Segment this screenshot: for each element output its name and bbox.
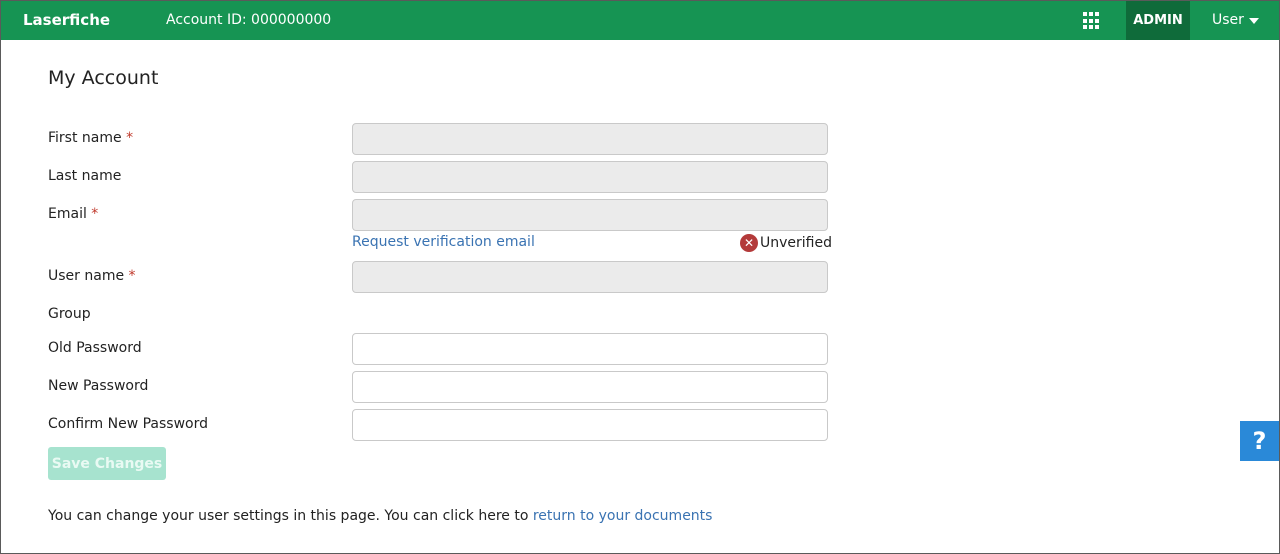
user-menu-label: User (1212, 12, 1244, 28)
required-marker: * (91, 206, 99, 222)
group-label: Group (48, 306, 91, 322)
required-marker: * (128, 268, 136, 284)
email-label: Email * (48, 206, 98, 222)
top-navigation-bar: Laserfiche Account ID: 000000000 ADMIN U… (1, 1, 1279, 40)
old-password-field[interactable] (352, 333, 828, 365)
new-password-label: New Password (48, 378, 149, 394)
x-circle-icon: ✕ (740, 234, 758, 252)
user-name-field[interactable] (352, 261, 828, 293)
user-name-label-text: User name (48, 268, 125, 284)
brand-logo[interactable]: Laserfiche (23, 11, 110, 29)
last-name-field[interactable] (352, 161, 828, 193)
footer-message-text: You can change your user settings in thi… (48, 508, 533, 524)
first-name-label-text: First name (48, 130, 122, 146)
account-id: Account ID: 000000000 (166, 12, 332, 28)
page-title: My Account (48, 67, 159, 89)
user-menu[interactable]: User (1212, 12, 1259, 28)
request-verification-link[interactable]: Request verification email (352, 234, 535, 250)
save-changes-button[interactable]: Save Changes (48, 447, 166, 480)
email-label-text: Email (48, 206, 87, 222)
first-name-field[interactable] (352, 123, 828, 155)
email-field[interactable] (352, 199, 828, 231)
verification-status: ✕ Unverified (740, 234, 832, 252)
first-name-label: First name * (48, 130, 133, 146)
chevron-down-icon (1248, 18, 1259, 24)
return-to-documents-link[interactable]: return to your documents (533, 508, 713, 524)
admin-button[interactable]: ADMIN (1126, 1, 1190, 40)
old-password-label: Old Password (48, 340, 142, 356)
footer-message: You can change your user settings in thi… (48, 508, 712, 524)
last-name-label: Last name (48, 168, 122, 184)
required-marker: * (126, 130, 134, 146)
user-name-label: User name * (48, 268, 136, 284)
confirm-password-label: Confirm New Password (48, 416, 209, 432)
new-password-field[interactable] (352, 371, 828, 403)
verification-status-text: Unverified (760, 235, 832, 251)
help-button[interactable]: ? (1240, 421, 1279, 461)
grid-icon[interactable] (1083, 12, 1101, 30)
confirm-password-field[interactable] (352, 409, 828, 441)
